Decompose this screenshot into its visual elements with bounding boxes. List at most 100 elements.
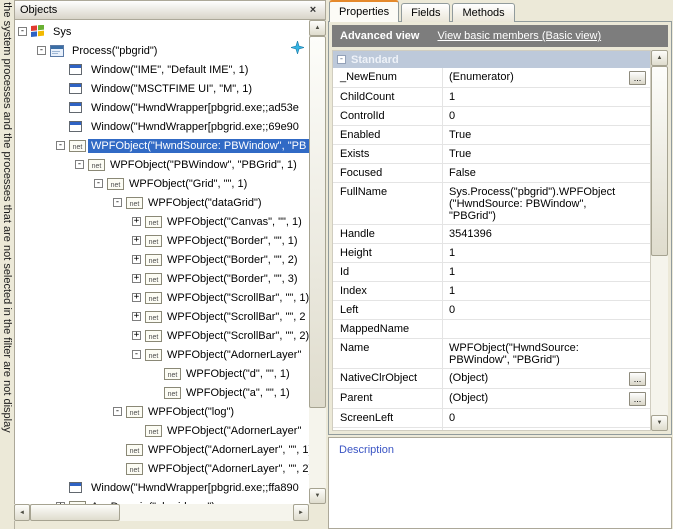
tree-vscroll-thumb[interactable]: [309, 36, 326, 408]
property-row[interactable]: NameWPFObject("HwndSource: PBWindow", "P…: [333, 339, 650, 369]
objects-panel: Objects × -Sys-Process("pbgrid")Window("…: [14, 0, 326, 529]
tab-fields[interactable]: Fields: [401, 3, 450, 22]
expand-icon[interactable]: +: [132, 312, 141, 321]
ellipsis-button[interactable]: ...: [629, 71, 646, 85]
collapse-icon[interactable]: -: [75, 160, 84, 169]
collapse-icon[interactable]: -: [113, 407, 122, 416]
object-tree: -Sys-Process("pbgrid")Window("IME", "Def…: [14, 20, 309, 504]
tree-item[interactable]: - Process("pbgrid"): [15, 41, 309, 60]
ellipsis-button[interactable]: ...: [629, 372, 646, 386]
tree-item[interactable]: Window("MSCTFIME UI", "M", 1): [15, 79, 309, 98]
tab-methods[interactable]: Methods: [452, 3, 514, 22]
tree-item[interactable]: +netWPFObject("ScrollBar", "", 2: [15, 307, 309, 326]
property-row[interactable]: FullNameSys.Process("pbgrid").WPFObject …: [333, 183, 650, 225]
tree-hscroll-thumb[interactable]: [30, 504, 120, 521]
tree-item-label: Process("pbgrid"): [69, 44, 160, 58]
property-name: Focused: [333, 164, 443, 182]
tree-item[interactable]: Window("IME", "Default IME", 1): [15, 60, 309, 79]
expand-icon[interactable]: +: [132, 255, 141, 264]
scroll-up-icon[interactable]: [309, 20, 326, 36]
property-row[interactable]: Handle3541396: [333, 225, 650, 244]
scroll-down-icon[interactable]: [309, 488, 326, 504]
scroll-up-icon[interactable]: [651, 50, 668, 66]
property-row[interactable]: Parent(Object)...: [333, 389, 650, 409]
property-row[interactable]: ChildCount1: [333, 88, 650, 107]
property-name: Id: [333, 263, 443, 281]
property-row[interactable]: Height1: [333, 244, 650, 263]
property-group-standard[interactable]: - Standard: [333, 51, 650, 68]
collapse-icon[interactable]: -: [94, 179, 103, 188]
tree-item[interactable]: +netWPFObject("Border", "", 2): [15, 250, 309, 269]
property-row[interactable]: Index1: [333, 282, 650, 301]
ellipsis-button[interactable]: ...: [629, 392, 646, 406]
window-icon: [69, 83, 88, 94]
collapse-icon[interactable]: -: [337, 55, 346, 64]
tree-item[interactable]: -netWPFObject("log"): [15, 402, 309, 421]
tree-item-label: WPFObject("Border", "", 1): [164, 234, 301, 248]
tree-item[interactable]: -netWPFObject("Grid", "", 1): [15, 174, 309, 193]
tree-item[interactable]: -Sys: [15, 22, 309, 41]
tree-item[interactable]: netWPFObject("d", "", 1): [15, 364, 309, 383]
tree-item[interactable]: Window("HwndWrapper[pbgrid.exe;;ffa890: [15, 478, 309, 497]
property-grid: - Standard _NewEnum(Enumerator)...ChildC…: [332, 50, 651, 431]
expand-icon[interactable]: +: [132, 331, 141, 340]
collapse-icon[interactable]: -: [37, 46, 46, 55]
property-value-cell: [443, 320, 650, 338]
properties-vertical-scrollbar[interactable]: [651, 50, 668, 431]
expand-icon[interactable]: +: [132, 274, 141, 283]
property-row[interactable]: ExistsTrue: [333, 145, 650, 164]
close-icon[interactable]: ×: [306, 3, 320, 17]
collapse-icon[interactable]: -: [113, 198, 122, 207]
tree-item[interactable]: Window("HwndWrapper[pbgrid.exe;;69e90: [15, 117, 309, 136]
property-value-cell: (Object)...: [443, 369, 650, 388]
basic-view-link[interactable]: View basic members (Basic view): [437, 30, 601, 42]
property-row[interactable]: ScreenTop0: [333, 428, 650, 431]
tree-item[interactable]: +netWPFObject("Canvas", "", 1): [15, 212, 309, 231]
collapse-icon[interactable]: -: [132, 350, 141, 359]
svg-text:net: net: [130, 201, 140, 208]
collapse-icon[interactable]: -: [18, 27, 27, 36]
scroll-left-icon[interactable]: [14, 504, 30, 521]
collapsed-message-strip: th the system processes and the processe…: [0, 0, 15, 529]
property-row[interactable]: FocusedFalse: [333, 164, 650, 183]
tree-horizontal-scrollbar[interactable]: [14, 504, 309, 521]
tree-item[interactable]: +netWPFObject("ScrollBar", "", 2): [15, 326, 309, 345]
tree-item[interactable]: + netWPFObject("Border", "", 1): [15, 231, 309, 250]
expand-icon[interactable]: +: [132, 236, 141, 245]
property-row[interactable]: Id1: [333, 263, 650, 282]
tree-item[interactable]: netWPFObject("AdornerLayer", "", 2): [15, 459, 309, 478]
tree-item[interactable]: Window("HwndWrapper[pbgrid.exe;;ad53e: [15, 98, 309, 117]
scrollbar-corner: [309, 504, 326, 521]
tree-item[interactable]: -netWPFObject("dataGrid"): [15, 193, 309, 212]
tree-item[interactable]: -netWPFObject("AdornerLayer": [15, 345, 309, 364]
property-row[interactable]: ScreenLeft0: [333, 409, 650, 428]
expand-icon[interactable]: +: [132, 217, 141, 226]
property-value-cell: 0: [443, 409, 650, 427]
tree-item[interactable]: netWPFObject("AdornerLayer", "", 1): [15, 440, 309, 459]
net-icon: net: [126, 463, 145, 475]
tree-item[interactable]: netWPFObject("AdornerLayer": [15, 421, 309, 440]
properties-vscroll-thumb[interactable]: [651, 66, 668, 256]
svg-text:net: net: [149, 258, 159, 265]
collapse-icon[interactable]: -: [56, 141, 65, 150]
tab-properties[interactable]: Properties: [329, 0, 399, 22]
tree-item[interactable]: netWPFObject("a", "", 1): [15, 383, 309, 402]
net-icon: net: [145, 235, 164, 247]
tree-item[interactable]: -netWPFObject("HwndSource: PBWindow", "P…: [15, 136, 309, 155]
property-row[interactable]: MappedName: [333, 320, 650, 339]
tree-item[interactable]: -netWPFObject("PBWindow", "PBGrid", 1): [15, 155, 309, 174]
scroll-right-icon[interactable]: [293, 504, 309, 521]
tree-item[interactable]: +netWPFObject("ScrollBar", "", 1): [15, 288, 309, 307]
property-row[interactable]: ControlId0: [333, 107, 650, 126]
tree-item[interactable]: +netWPFObject("Border", "", 3): [15, 269, 309, 288]
svg-text:net: net: [92, 163, 102, 170]
tree-vertical-scrollbar[interactable]: [309, 20, 326, 504]
scroll-down-icon[interactable]: [651, 415, 668, 431]
property-row[interactable]: EnabledTrue: [333, 126, 650, 145]
property-value-cell: 0: [443, 301, 650, 319]
property-row[interactable]: NativeClrObject(Object)...: [333, 369, 650, 389]
property-row[interactable]: _NewEnum(Enumerator)...: [333, 68, 650, 88]
property-row[interactable]: Left0: [333, 301, 650, 320]
expand-icon[interactable]: +: [132, 293, 141, 302]
tree-item[interactable]: +netAppDomain("pbgrid.exe"): [15, 497, 309, 504]
